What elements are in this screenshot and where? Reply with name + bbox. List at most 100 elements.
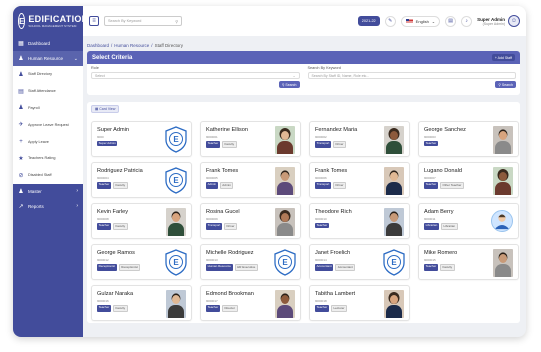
staff-card[interactable]: George Sanchez 9000003 Teacher (418, 121, 519, 157)
star-icon: ★ (18, 155, 24, 162)
staff-photo (275, 126, 295, 154)
menu-toggle-icon[interactable]: ≡ (89, 16, 99, 26)
staff-card[interactable]: Fernandez Maria 9000002 Transport Driver (309, 121, 410, 157)
role-badge: Accountant (315, 263, 334, 271)
submenu-item-label: Apply Leave (28, 139, 49, 144)
search-role-button[interactable]: ⚲ Search (278, 81, 300, 88)
role-badge: Super Admin (97, 140, 118, 146)
language-label: English (415, 18, 429, 24)
main-content: Dashboard / Human Resource / Staff Direc… (87, 40, 520, 323)
submenu-item-approve-leave[interactable]: ✈ Approve Leave Request (13, 116, 83, 133)
staff-name[interactable]: Super Admin (97, 127, 165, 133)
staff-name[interactable]: Michelle Rodriguez (206, 250, 274, 256)
staff-card[interactable]: Rodriguez Patricia 9000004 Teacher Faculty E (91, 162, 192, 198)
criteria-panel: Select Criteria + Add Staff Role Select … (87, 51, 520, 95)
sidebar-item-label: Human Resource (28, 56, 64, 61)
language-selector[interactable]: English ⌄ (400, 15, 441, 27)
staff-card[interactable]: Rosina Gucel 9000009 Transport Driver (200, 203, 301, 239)
breadcrumb-human-resource[interactable]: Human Resource (114, 43, 149, 48)
sidebar-item-master[interactable]: ♟ Master › (13, 184, 83, 199)
tab-label: Card View (99, 107, 116, 111)
role-select[interactable]: Select ⌄ (91, 72, 300, 79)
department-badge: Driver (332, 181, 347, 189)
staff-name[interactable]: Rosina Gucel (206, 209, 274, 215)
staff-card[interactable]: Super Admin 9000 Super Admin E (91, 121, 192, 157)
submenu-item-disabled-staff[interactable]: ⊘ Disabled Staff (13, 167, 83, 184)
staff-card[interactable]: Mike Romero 9000015 Teacher Faculty (418, 244, 519, 280)
staff-grid: Super Admin 9000 Super Admin E Katherine Ell… (91, 121, 519, 321)
staff-name[interactable]: Katherine Ellison (206, 127, 274, 133)
staff-name[interactable]: Adam Berry (424, 209, 492, 215)
department-badge: Driver (223, 222, 238, 230)
school-logo-icon: E (382, 249, 406, 276)
staff-card[interactable]: Tabitha Lambert 9000018 Teacher Lecturer (309, 285, 410, 321)
sidebar-item-human-resource[interactable]: ♟ Human Resource ⌄ (13, 51, 83, 66)
submenu-item-staff-directory[interactable]: ♟ Staff Directory (13, 66, 83, 83)
staff-card[interactable]: Lugano Donald 9000007 Teacher Other Teacher (418, 162, 519, 198)
staff-card[interactable]: Edmond Brookman 9000017 Teacher Director (200, 285, 301, 321)
sidebar-item-dashboard[interactable]: ▦ Dashboard (13, 36, 83, 51)
role-badge: Teacher (206, 140, 220, 148)
staff-name[interactable]: Mike Romero (424, 250, 492, 256)
avatar: ☺ (508, 15, 520, 27)
staff-name[interactable]: Tabitha Lambert (315, 291, 383, 297)
staff-name[interactable]: Frank Tomes (315, 168, 383, 174)
staff-card[interactable]: Michelle Rodriguez 9000013 Human Resource H… (200, 244, 301, 280)
role-badge: Librarian (424, 222, 439, 230)
user-menu[interactable]: Super Admin (Super Admin) ☺ (477, 15, 520, 27)
staff-photo (166, 290, 186, 318)
staff-card[interactable]: Frank Tomes 9000005 Admin Admin (200, 162, 301, 198)
role-badge: Admin (206, 181, 218, 189)
staff-card[interactable]: Gulzar Naraka 9000016 Teacher Faculty (91, 285, 192, 321)
submenu-item-staff-attendance[interactable]: ▤ Staff Attendance (13, 83, 83, 100)
edit-pencil-icon[interactable]: ✎ (384, 15, 396, 27)
staff-name[interactable]: George Ramos (97, 250, 165, 256)
tab-card-view[interactable]: ▦ Card View (91, 105, 120, 113)
school-logo-icon: E (164, 126, 188, 153)
staff-name[interactable]: Kevin Farley (97, 209, 165, 215)
chevron-down-icon: ⌄ (292, 73, 296, 78)
calendar-icon[interactable]: ▤ (445, 15, 457, 27)
staff-name[interactable]: Frank Tomes (206, 168, 274, 174)
staff-name[interactable]: Fernandez Maria (315, 127, 383, 133)
chevron-right-icon: › (76, 188, 78, 195)
staff-name[interactable]: Theodore Rich (315, 209, 383, 215)
search-input[interactable]: Search By Keyword ⚲ (104, 16, 182, 26)
chart-icon: ↗ (18, 203, 24, 210)
role-badge: Transport (206, 222, 222, 230)
search-keyword-button[interactable]: ⚲ Search (495, 81, 516, 88)
submenu-item-label: Payroll (28, 105, 40, 110)
staff-name[interactable]: Edmond Brookman (206, 291, 274, 297)
sidebar-item-reports[interactable]: ↗ Reports › (13, 199, 83, 214)
staff-name[interactable]: Gulzar Naraka (97, 291, 165, 297)
staff-card[interactable]: Kevin Farley 9000008 Teacher Faculty (91, 203, 192, 239)
staff-card[interactable]: Frank Tomes 9000006 Transport Driver (309, 162, 410, 198)
submenu-item-teachers-rating[interactable]: ★ Teachers Rating (13, 150, 83, 167)
staff-name[interactable]: Lugano Donald (424, 168, 492, 174)
staff-card[interactable]: Katherine Ellison 9000001 Teacher Faculty (200, 121, 301, 157)
session-button[interactable]: 2021-22 (357, 16, 380, 26)
breadcrumb-dashboard[interactable]: Dashboard (87, 43, 109, 48)
staff-card[interactable]: George Ramos 9000012 Receptionist Reception… (91, 244, 192, 280)
staff-photo (384, 208, 404, 236)
keyword-input[interactable]: Search By Staff ID, Name, Role etc... (307, 72, 516, 79)
staff-card[interactable]: Adam Berry 9000011 Librarian Librarian (418, 203, 519, 239)
staff-name[interactable]: Rodriguez Patricia (97, 168, 165, 174)
add-staff-button[interactable]: + Add Staff (491, 54, 515, 61)
dashboard-icon: ▦ (18, 41, 24, 47)
staff-card[interactable]: Janet Froelich 9000014 Accountant Accountan… (309, 244, 410, 280)
submenu-item-payroll[interactable]: ♟ Payroll (13, 100, 83, 117)
department-badge: Faculty (221, 140, 237, 148)
notification-bell-icon[interactable]: ♪ (461, 15, 473, 27)
staff-card[interactable]: Theodore Rich 9000010 Teacher (309, 203, 410, 239)
department-badge: Receptionist (118, 263, 141, 271)
role-label: Role (91, 66, 99, 70)
staff-name[interactable]: Janet Froelich (315, 250, 383, 256)
submenu-item-apply-leave[interactable]: + Apply Leave (13, 133, 83, 150)
staff-name[interactable]: George Sanchez (424, 127, 492, 133)
search-placeholder: Search By Keyword (108, 19, 142, 23)
brand[interactable]: E EDIFICATION SCHOOL MANAGEMENT SYSTEM (13, 6, 88, 36)
us-flag-icon (405, 18, 413, 24)
user-disabled-icon: ⊘ (18, 172, 24, 179)
people-icon: ♟ (18, 105, 24, 112)
